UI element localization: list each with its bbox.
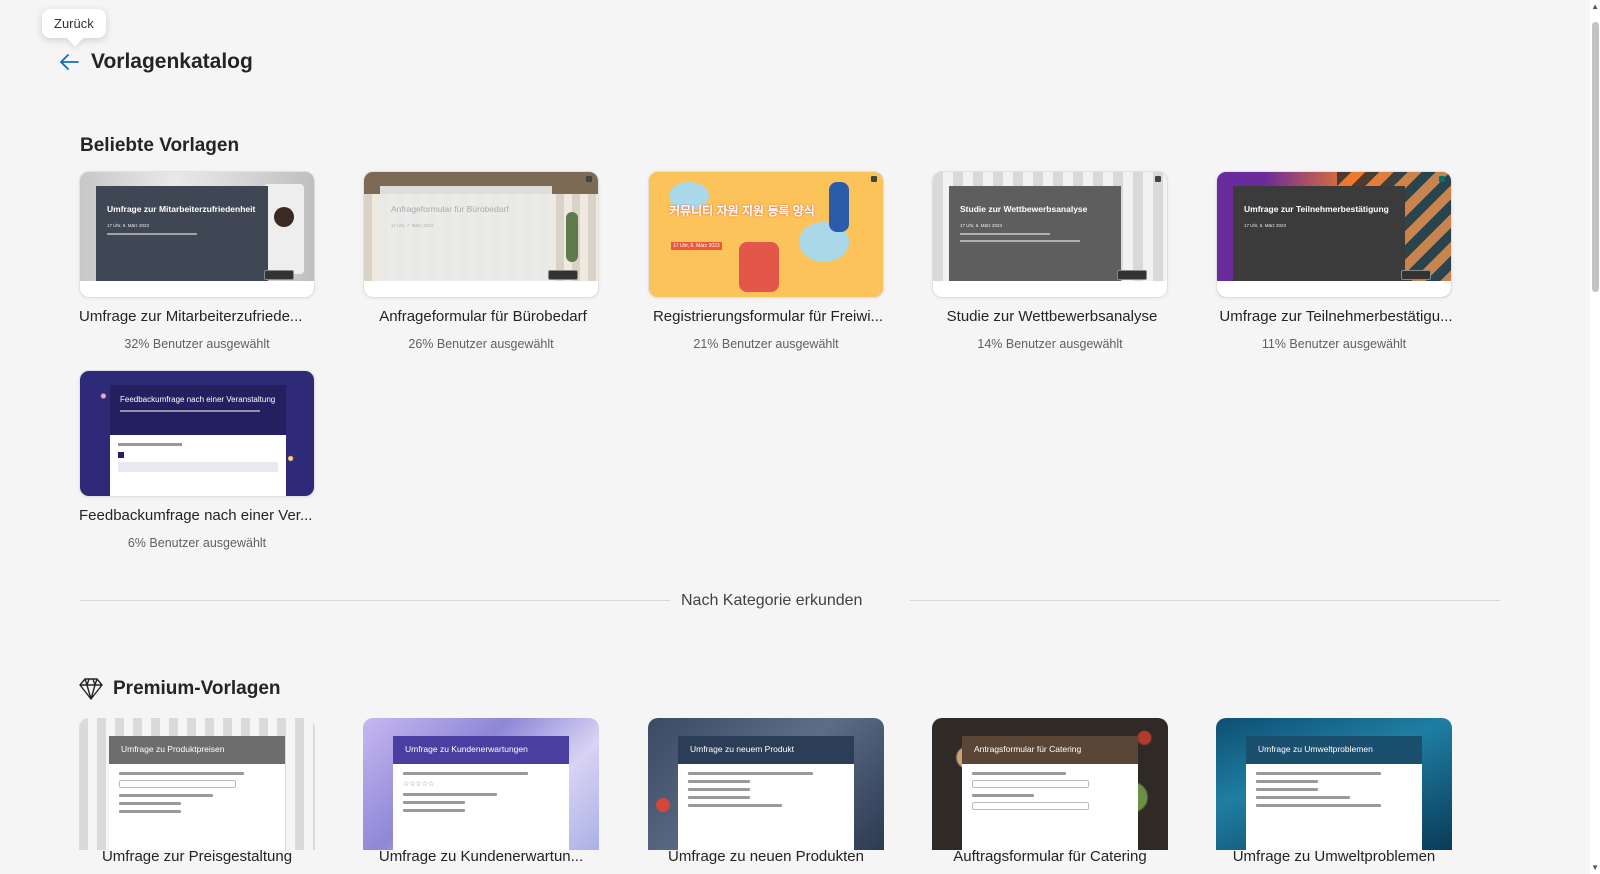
thumb-title: Umfrage zu Produktpreisen (109, 736, 285, 764)
thumb-title: 커뮤니티 자원 지원 등록 양식 (669, 204, 815, 218)
scrollbar-thumb[interactable] (1592, 22, 1599, 292)
template-name: Registrierungsformular für Freiwi... (652, 308, 884, 325)
template-card[interactable]: 커뮤니티 자원 지원 등록 양식 17 Uhr, 6. März 2023 Re… (648, 171, 884, 351)
scroll-up-icon[interactable]: ▲ (1591, 2, 1599, 11)
template-thumbnail: Umfrage zur Mitarbeiterzufriedenheit 17 … (79, 171, 315, 298)
template-card[interactable]: Umfrage zur Mitarbeiterzufriedenheit 17 … (79, 171, 315, 351)
scroll-down-icon[interactable]: ▼ (1591, 863, 1599, 872)
template-usage: 11% Benutzer ausgewählt (1261, 337, 1407, 351)
thumb-title: Anfrageformular für Bürobedarf (391, 204, 509, 214)
template-name: Umfrage zu Umweltproblemen (1232, 848, 1436, 865)
template-name: Umfrage zu Kundenerwartun... (378, 848, 584, 865)
template-usage: 32% Benutzer ausgewählt (124, 337, 270, 351)
premium-template-card[interactable]: Umfrage zu neuem Produkt (648, 718, 884, 850)
template-name: Umfrage zu neuen Produkten (668, 848, 864, 865)
template-name: Feedbackumfrage nach einer Ver... (79, 507, 313, 524)
thumb-date: 17 Uhr, 6. März 2023 (671, 242, 722, 250)
explore-by-category-label: Nach Kategorie erkunden (681, 592, 863, 609)
template-thumbnail: Umfrage zu Kundenerwartungen ☆☆☆☆☆ (363, 718, 599, 850)
thumb-date: 17 Uhr, 6. März 2023 (1244, 223, 1287, 229)
thumb-title: Umfrage zu Kundenerwartungen (393, 736, 569, 764)
thumb-date: 17 Uhr, 6. März 2023 (960, 223, 1003, 229)
template-name: Anfrageformular für Bürobedarf (379, 308, 587, 325)
template-name: Auftragsformular für Catering (953, 848, 1147, 865)
template-name: Umfrage zur Preisgestaltung (101, 848, 293, 865)
template-thumbnail: Umfrage zu neuem Produkt (648, 718, 884, 850)
template-card[interactable]: Feedbackumfrage nach einer Veranstaltung… (79, 370, 315, 550)
premium-template-card[interactable]: Antragsformular für Catering (932, 718, 1168, 850)
template-card[interactable]: Anfrageformular für Bürobedarf 17 Uhr, 7… (363, 171, 599, 351)
page-title: Vorlagenkatalog (91, 50, 253, 73)
template-name: Umfrage zur Teilnehmerbestätigu... (1219, 308, 1453, 325)
template-name: Studie zur Wettbewerbsanalyse (946, 308, 1158, 325)
template-card[interactable]: Studie zur Wettbewerbsanalyse 17 Uhr, 6.… (932, 171, 1168, 351)
page-header: Vorlagenkatalog (58, 50, 253, 74)
thumb-date: 17 Uhr, 6. März 2023 (107, 223, 150, 229)
back-button[interactable] (58, 51, 80, 73)
template-name: Umfrage zur Mitarbeiterzufriede... (79, 308, 303, 325)
template-thumbnail: Umfrage zu Umweltproblemen (1216, 718, 1452, 850)
template-usage: 26% Benutzer ausgewählt (408, 337, 554, 351)
template-thumbnail: Anfrageformular für Bürobedarf 17 Uhr, 7… (363, 171, 599, 298)
premium-section-title: Premium-Vorlagen (113, 678, 281, 699)
thumb-title: Antragsformular für Catering (962, 736, 1138, 764)
template-thumbnail: Umfrage zu Produktpreisen (79, 718, 315, 850)
divider-right (910, 600, 1500, 601)
thumb-title: Studie zur Wettbewerbsanalyse (960, 204, 1088, 214)
template-card[interactable]: Umfrage zur Teilnehmerbestätigung 17 Uhr… (1216, 171, 1453, 351)
diamond-icon (79, 678, 103, 700)
template-thumbnail: Studie zur Wettbewerbsanalyse 17 Uhr, 6.… (932, 171, 1168, 298)
vertical-scrollbar[interactable]: ▲ ▼ (1590, 0, 1600, 874)
thumb-date: 17 Uhr, 7. März 2023 (391, 223, 434, 229)
premium-template-card[interactable]: Umfrage zu Umweltproblemen (1216, 718, 1452, 850)
premium-template-card[interactable]: Umfrage zu Kundenerwartungen ☆☆☆☆☆ (363, 718, 599, 850)
thumb-title: Umfrage zu neuem Produkt (678, 736, 854, 764)
thumb-title: Feedbackumfrage nach einer Veranstaltung (120, 395, 276, 404)
thumb-title: Umfrage zur Teilnehmerbestätigung (1244, 204, 1389, 214)
premium-section-header: Premium-Vorlagen (78, 677, 281, 701)
template-thumbnail: Umfrage zur Teilnehmerbestätigung 17 Uhr… (1216, 171, 1452, 298)
template-usage: 21% Benutzer ausgewählt (693, 337, 839, 351)
thumb-title: Umfrage zu Umweltproblemen (1246, 736, 1422, 764)
arrow-left-icon (60, 54, 79, 70)
popular-section-title: Beliebte Vorlagen (80, 135, 240, 156)
template-usage: 14% Benutzer ausgewählt (977, 337, 1123, 351)
template-thumbnail: Antragsformular für Catering (932, 718, 1168, 850)
back-tooltip: Zurück (42, 9, 106, 38)
divider-left (80, 600, 670, 601)
template-thumbnail: 커뮤니티 자원 지원 등록 양식 17 Uhr, 6. März 2023 (648, 171, 884, 298)
template-usage: 6% Benutzer ausgewählt (127, 536, 267, 550)
template-thumbnail: Feedbackumfrage nach einer Veranstaltung (79, 370, 315, 497)
thumb-title: Umfrage zur Mitarbeiterzufriedenheit (107, 204, 256, 214)
premium-template-card[interactable]: Umfrage zu Produktpreisen (79, 718, 315, 850)
